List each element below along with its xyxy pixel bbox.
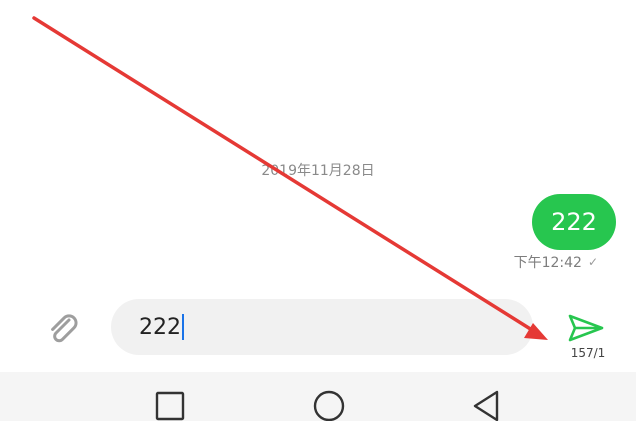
sent-message-bubble[interactable]: 222 bbox=[532, 194, 616, 250]
system-nav-bar bbox=[0, 372, 636, 421]
message-meta: 下午12:42 ✓ bbox=[514, 252, 598, 272]
message-time: 下午12:42 bbox=[513, 255, 582, 271]
text-caret bbox=[182, 314, 184, 340]
square-icon[interactable] bbox=[152, 388, 188, 421]
send-icon[interactable] bbox=[566, 312, 606, 344]
triangle-back-icon[interactable] bbox=[469, 388, 505, 421]
char-counter: 157/1 bbox=[570, 346, 606, 360]
messaging-screen: 2019年11月28日 222 下午12:42 ✓ 222 157/1 bbox=[0, 0, 636, 421]
date-separator: 2019年11月28日 bbox=[261, 163, 375, 179]
message-input[interactable]: 222 bbox=[111, 299, 533, 355]
check-icon: ✓ bbox=[587, 255, 598, 269]
compose-bar: 222 157/1 bbox=[0, 290, 636, 368]
circle-icon[interactable] bbox=[311, 388, 347, 421]
message-input-value: 222 bbox=[139, 314, 181, 340]
paperclip-icon[interactable] bbox=[42, 308, 82, 348]
